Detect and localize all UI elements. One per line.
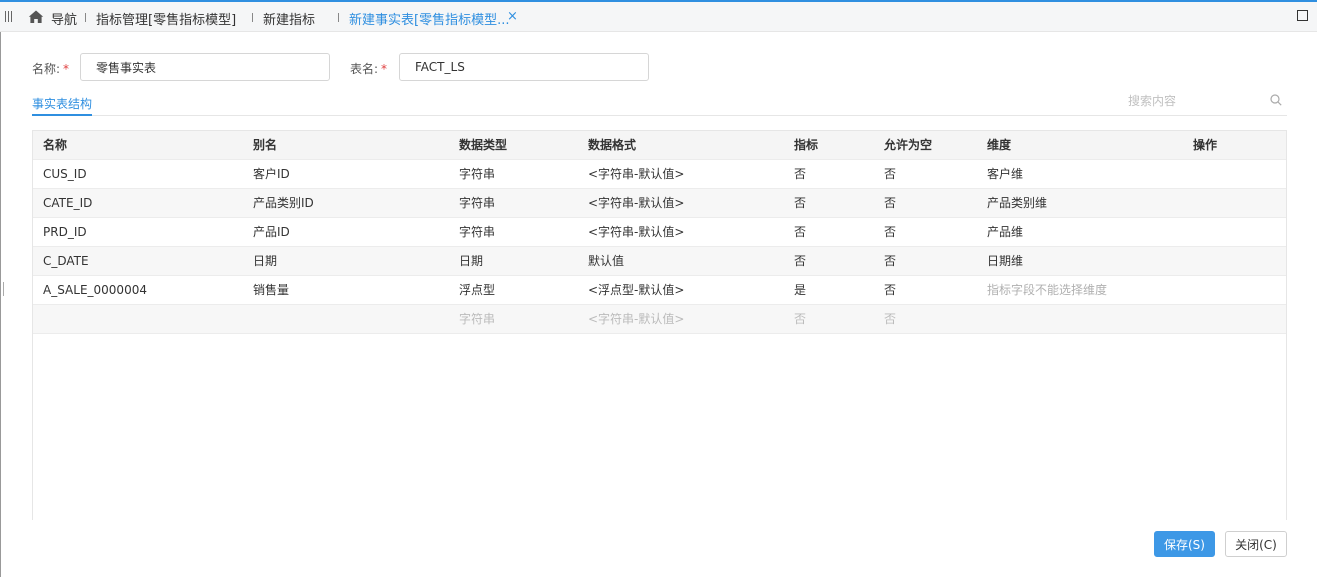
table-header-row: 名称 别名 数据类型 数据格式 指标 允许为空 维度 操作 (33, 131, 1286, 160)
cell-data-type[interactable]: 字符串 (459, 189, 495, 217)
cell-data-type[interactable]: 日期 (459, 247, 483, 275)
table-row[interactable]: CATE_ID 产品类别ID 字符串 <字符串-默认值> 否 否 产品类别维 (33, 189, 1286, 218)
search-icon[interactable] (1270, 94, 1282, 106)
cell-alias[interactable]: 产品ID (253, 218, 290, 246)
tab-bar: 导航 指标管理[零售指标模型] 新建指标 新建事实表[零售指标模型... × (0, 2, 1317, 32)
cell-dimension[interactable]: 日期维 (987, 247, 1023, 275)
cell-data-format[interactable]: <浮点型-默认值> (588, 276, 684, 304)
table-name-input[interactable] (399, 53, 649, 81)
maximize-icon[interactable] (1297, 10, 1308, 21)
column-header[interactable]: 操作 (1193, 131, 1217, 159)
fact-table-grid: 名称 别名 数据类型 数据格式 指标 允许为空 维度 操作 CUS_ID 客户I… (32, 130, 1287, 520)
cell-name[interactable]: C_DATE (43, 247, 89, 275)
table-row[interactable]: A_SALE_0000004 销售量 浮点型 <浮点型-默认值> 是 否 指标字… (33, 276, 1286, 305)
cell-metric[interactable]: 否 (794, 247, 806, 275)
cell-name[interactable]: A_SALE_0000004 (43, 276, 147, 304)
cell-metric[interactable]: 否 (794, 189, 806, 217)
cell-dimension[interactable]: 客户维 (987, 160, 1023, 188)
tab-new-fact-table[interactable]: 新建事实表[零售指标模型... (349, 9, 509, 28)
tab-separator (85, 13, 86, 22)
column-header[interactable]: 数据类型 (459, 131, 507, 159)
table-name-label: 表名: * (350, 62, 388, 76)
cell-data-format[interactable]: 默认值 (588, 247, 624, 275)
table-row[interactable]: CUS_ID 客户ID 字符串 <字符串-默认值> 否 否 客户维 (33, 160, 1286, 189)
column-header[interactable]: 名称 (43, 131, 67, 159)
tab-new-metric[interactable]: 新建指标 (263, 9, 315, 28)
cell-dimension[interactable]: 产品维 (987, 218, 1023, 246)
tab-metric-management[interactable]: 指标管理[零售指标模型] (96, 9, 236, 28)
resize-handle[interactable] (3, 282, 4, 296)
name-input[interactable] (80, 53, 330, 81)
cell-dimension[interactable]: 产品类别维 (987, 189, 1047, 217)
cell-metric[interactable]: 是 (794, 276, 806, 304)
section-divider (32, 115, 1287, 116)
close-button[interactable]: 关闭(C) (1225, 531, 1287, 557)
cell-alias[interactable]: 销售量 (253, 276, 289, 304)
required-mark: * (63, 62, 70, 76)
cell-alias[interactable]: 客户ID (253, 160, 290, 188)
tab-separator (338, 13, 339, 22)
cell-data-type[interactable]: 字符串 (459, 218, 495, 246)
cell-nullable[interactable]: 否 (884, 189, 896, 217)
column-header[interactable]: 指标 (794, 131, 818, 159)
cell-name[interactable]: PRD_ID (43, 218, 87, 246)
cell-data-type[interactable]: 字符串 (459, 305, 495, 333)
cell-nullable[interactable]: 否 (884, 247, 896, 275)
cell-metric[interactable]: 否 (794, 305, 806, 333)
column-header[interactable]: 数据格式 (588, 131, 636, 159)
cell-name[interactable]: CUS_ID (43, 160, 87, 188)
cell-data-format[interactable]: <字符串-默认值> (588, 189, 684, 217)
cell-dimension-hint: 指标字段不能选择维度 (987, 283, 1108, 297)
cell-nullable[interactable]: 否 (884, 218, 896, 246)
cell-data-format[interactable]: <字符串-默认值> (588, 218, 684, 246)
tab-separator (252, 13, 253, 22)
cell-data-type[interactable]: 浮点型 (459, 276, 495, 304)
required-mark: * (381, 62, 388, 76)
cell-data-format[interactable]: <字符串-默认值> (588, 160, 684, 188)
tab-close-icon[interactable]: × (507, 10, 518, 24)
left-border (0, 32, 1, 577)
tab-fact-table-structure[interactable]: 事实表结构 (32, 95, 92, 112)
column-header[interactable]: 维度 (987, 131, 1011, 159)
search-input[interactable] (1128, 92, 1268, 110)
cell-alias[interactable]: 日期 (253, 247, 277, 275)
cell-data-type[interactable]: 字符串 (459, 160, 495, 188)
cell-alias[interactable]: 产品类别ID (253, 189, 314, 217)
table-row[interactable]: PRD_ID 产品ID 字符串 <字符串-默认值> 否 否 产品维 (33, 218, 1286, 247)
active-tab-underline (32, 114, 92, 116)
cell-nullable[interactable]: 否 (884, 276, 896, 304)
tab-navigation[interactable]: 导航 (51, 9, 77, 28)
column-header[interactable]: 允许为空 (884, 131, 932, 159)
new-row-placeholder[interactable]: 字符串 <字符串-默认值> 否 否 (33, 305, 1286, 334)
save-button[interactable]: 保存(S) (1154, 531, 1215, 557)
cell-nullable[interactable]: 否 (884, 160, 896, 188)
cell-metric[interactable]: 否 (794, 160, 806, 188)
cell-data-format[interactable]: <字符串-默认值> (588, 305, 684, 333)
table-row[interactable]: C_DATE 日期 日期 默认值 否 否 日期维 (33, 247, 1286, 276)
menu-bars-icon[interactable] (5, 11, 15, 22)
cell-nullable[interactable]: 否 (884, 305, 896, 333)
column-header[interactable]: 别名 (253, 131, 277, 159)
cell-name[interactable]: CATE_ID (43, 189, 92, 217)
name-label: 名称: * (32, 62, 70, 76)
cell-metric[interactable]: 否 (794, 218, 806, 246)
home-icon[interactable] (28, 9, 44, 25)
